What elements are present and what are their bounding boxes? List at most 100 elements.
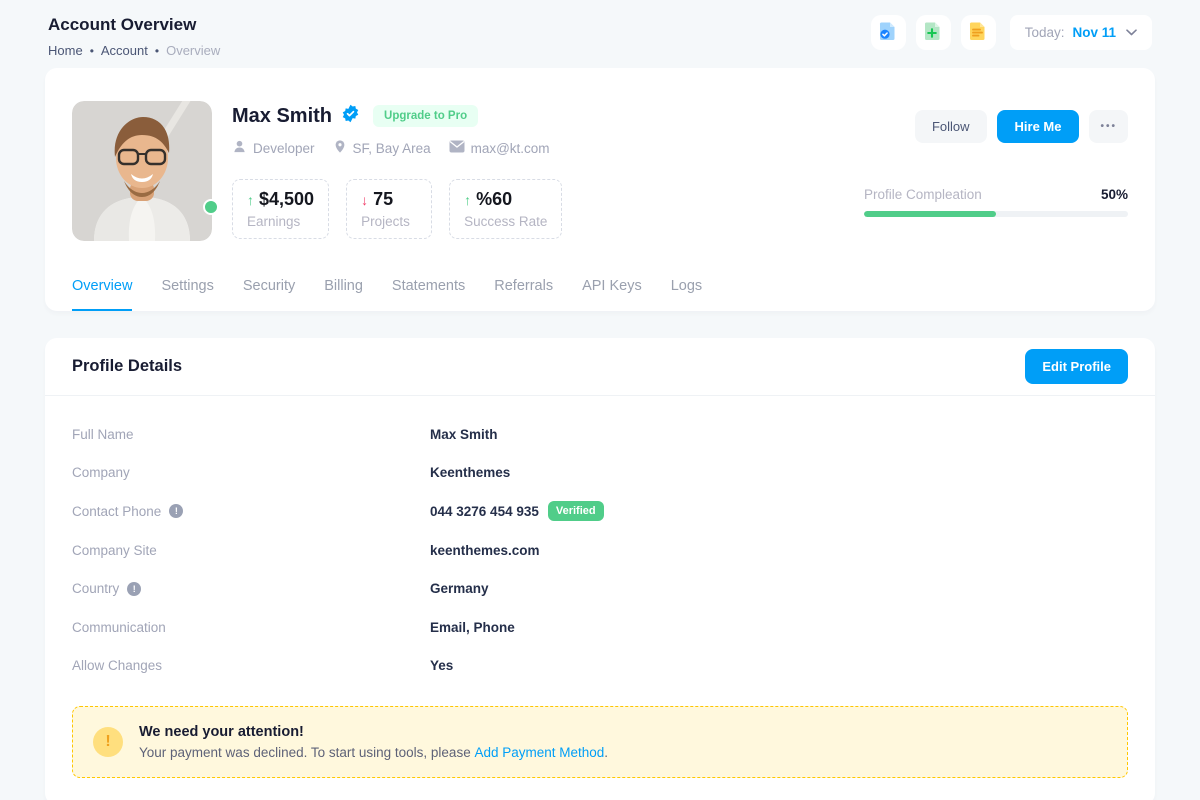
stat-label: Projects <box>361 214 417 229</box>
date-picker-button[interactable]: Today: Nov 11 <box>1010 15 1152 50</box>
breadcrumb-item-home[interactable]: Home <box>48 43 83 58</box>
info-icon[interactable]: ! <box>127 582 141 596</box>
notice-text: Your payment was declined. To start usin… <box>139 745 474 760</box>
breadcrumb-item-overview: Overview <box>166 43 220 58</box>
breadcrumb-separator: • <box>90 45 94 57</box>
profile-name[interactable]: Max Smith <box>232 105 332 128</box>
progress-label: Profile Compleation <box>864 187 982 202</box>
detail-row-company-site: Company Site keenthemes.com <box>72 531 1128 570</box>
profile-actions: Follow Hire Me ••• <box>915 110 1128 143</box>
detail-value: Email, Phone <box>430 620 515 635</box>
warning-icon: ! <box>93 727 123 757</box>
detail-label: Contact Phone <box>72 504 161 519</box>
add-payment-method-link[interactable]: Add Payment Method <box>474 745 604 760</box>
page-header: Account Overview Home • Account • Overvi… <box>0 0 1200 68</box>
detail-row-full-name: Full Name Max Smith <box>72 415 1128 454</box>
detail-label: Full Name <box>72 427 134 442</box>
file-lines-icon <box>967 20 989 45</box>
stat-label: Earnings <box>247 214 314 229</box>
more-options-button[interactable]: ••• <box>1089 110 1128 143</box>
tab-settings[interactable]: Settings <box>161 278 213 311</box>
profile-completion: Profile Compleation 50% <box>864 187 1128 217</box>
profile-progress-fill <box>864 211 996 217</box>
tab-api-keys[interactable]: API Keys <box>582 278 642 311</box>
verified-seal-icon[interactable] <box>341 104 360 128</box>
stat-value: 75 <box>373 189 393 210</box>
profile-right: Follow Hire Me ••• Profile Compleation 5… <box>864 101 1128 241</box>
file-plus-icon <box>922 20 944 45</box>
profile-info: Max Smith Upgrade to Pro Developer <box>232 101 864 241</box>
detail-row-allow-changes: Allow Changes Yes <box>72 647 1128 686</box>
details-body: Full Name Max Smith Company Keenthemes C… <box>45 396 1155 685</box>
map-pin-icon <box>333 139 347 157</box>
detail-value: 044 3276 454 935 <box>430 504 539 519</box>
tab-security[interactable]: Security <box>243 278 295 311</box>
progress-track <box>864 211 1128 217</box>
upgrade-to-pro-badge[interactable]: Upgrade to Pro <box>373 105 478 127</box>
arrow-up-icon: ↑ <box>464 192 471 208</box>
meta-role-label: Developer <box>253 141 315 156</box>
toolbar-file-plus-button[interactable] <box>916 15 951 50</box>
tab-billing[interactable]: Billing <box>324 278 363 311</box>
stat-value: %60 <box>476 189 512 210</box>
breadcrumb-item-account[interactable]: Account <box>101 43 148 58</box>
detail-label: Company Site <box>72 543 157 558</box>
notice-suffix: . <box>604 745 608 760</box>
notice-title: We need your attention! <box>139 724 608 740</box>
page-title: Account Overview <box>48 15 220 35</box>
tab-statements[interactable]: Statements <box>392 278 465 311</box>
breadcrumb: Home • Account • Overview <box>48 43 220 58</box>
edit-profile-button[interactable]: Edit Profile <box>1025 349 1128 384</box>
hire-me-button[interactable]: Hire Me <box>997 110 1080 143</box>
mail-icon <box>449 140 465 156</box>
detail-label: Allow Changes <box>72 658 162 673</box>
stat-label: Success Rate <box>464 214 547 229</box>
detail-value: Yes <box>430 658 453 673</box>
avatar <box>72 101 212 241</box>
stat-projects: ↓ 75 Projects <box>346 179 432 239</box>
profile-name-row: Max Smith Upgrade to Pro <box>232 104 864 128</box>
profile-tabs: Overview Settings Security Billing State… <box>72 278 1128 311</box>
tab-overview[interactable]: Overview <box>72 278 132 311</box>
notice-body: Your payment was declined. To start usin… <box>139 745 608 760</box>
file-check-icon <box>877 20 899 45</box>
follow-button[interactable]: Follow <box>915 110 987 143</box>
toolbar-file-check-button[interactable] <box>871 15 906 50</box>
detail-value: keenthemes.com <box>430 543 540 558</box>
online-status-dot <box>203 199 219 215</box>
detail-row-contact-phone: Contact Phone ! 044 3276 454 935 Verifie… <box>72 492 1128 531</box>
header-actions: Today: Nov 11 <box>871 15 1152 50</box>
meta-email[interactable]: max@kt.com <box>449 140 550 156</box>
detail-value: Keenthemes <box>430 465 510 480</box>
stat-value: $4,500 <box>259 189 314 210</box>
profile-stats-row: ↑ $4,500 Earnings ↓ 75 Projects ↑ %60 <box>232 179 864 239</box>
date-value: Nov 11 <box>1072 25 1116 40</box>
chevron-down-icon <box>1126 29 1137 36</box>
meta-role[interactable]: Developer <box>232 139 315 157</box>
toolbar-file-lines-button[interactable] <box>961 15 996 50</box>
progress-percent: 50% <box>1101 187 1128 202</box>
detail-value: Germany <box>430 581 489 596</box>
profile-card: Max Smith Upgrade to Pro Developer <box>45 68 1155 311</box>
tab-referrals[interactable]: Referrals <box>494 278 553 311</box>
arrow-down-icon: ↓ <box>361 192 368 208</box>
detail-value: Max Smith <box>430 427 498 442</box>
profile-top: Max Smith Upgrade to Pro Developer <box>72 101 1128 241</box>
stat-success-rate: ↑ %60 Success Rate <box>449 179 562 239</box>
detail-row-country: Country ! Germany <box>72 569 1128 608</box>
detail-label: Country <box>72 581 119 596</box>
notice-content: We need your attention! Your payment was… <box>139 724 608 760</box>
detail-row-company: Company Keenthemes <box>72 454 1128 493</box>
page-header-left: Account Overview Home • Account • Overvi… <box>48 15 220 58</box>
detail-label: Communication <box>72 620 166 635</box>
meta-location[interactable]: SF, Bay Area <box>333 139 431 157</box>
breadcrumb-separator: • <box>155 45 159 57</box>
stat-earnings: ↑ $4,500 Earnings <box>232 179 329 239</box>
avatar-photo <box>72 101 212 241</box>
profile-details-card: Profile Details Edit Profile Full Name M… <box>45 338 1155 800</box>
tab-logs[interactable]: Logs <box>671 278 702 311</box>
verified-badge: Verified <box>548 501 604 521</box>
attention-notice: ! We need your attention! Your payment w… <box>72 706 1128 778</box>
user-icon <box>232 139 247 157</box>
info-icon[interactable]: ! <box>169 504 183 518</box>
